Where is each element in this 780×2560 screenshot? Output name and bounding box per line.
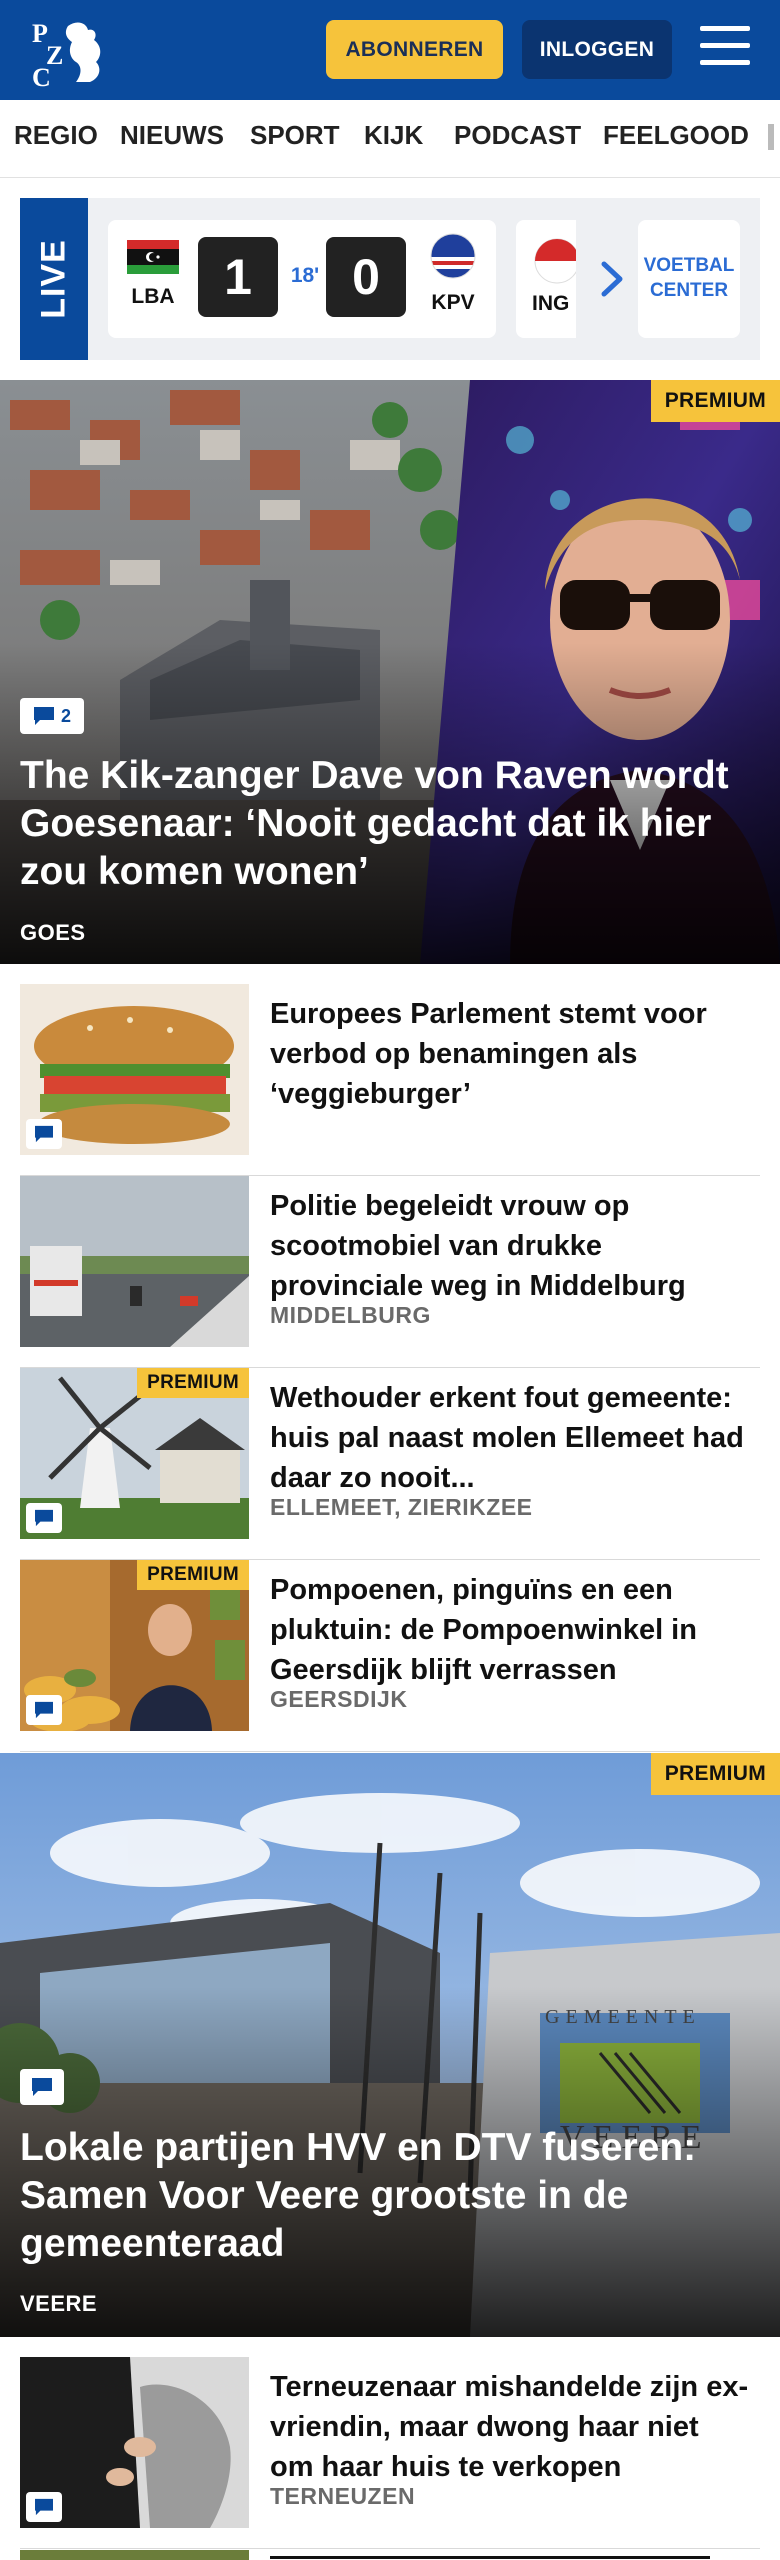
- svg-text:C: C: [32, 63, 51, 88]
- article-title[interactable]: Wethouder erkent fout gemeente: huis pal…: [270, 1378, 750, 1498]
- windmill-image: PREMIUM: [20, 1368, 249, 1539]
- nav-item-kijk[interactable]: KIJK: [364, 120, 423, 151]
- next-match-card[interactable]: ING: [516, 220, 576, 338]
- list-item[interactable]: PREMIUM Pompoenen, pinguïns en een plukt…: [20, 1560, 760, 1752]
- nav-item-nieuws[interactable]: NIEUWS: [120, 120, 224, 151]
- article-title[interactable]: Europees Parlement stemt voor verbod op …: [270, 994, 750, 1114]
- section-nav: REGIO NIEUWS SPORT KIJK PODCAST FEELGOOD: [0, 100, 780, 178]
- list-item[interactable]: Europees Parlement stemt voor verbod op …: [20, 984, 760, 1176]
- article-location: MIDDELBURG: [270, 1302, 431, 1328]
- home-team: LBA: [122, 240, 184, 309]
- burger-image: [20, 984, 249, 1155]
- nav-item-podcast[interactable]: PODCAST: [454, 120, 581, 151]
- article-title[interactable]: Politie begeleidt vrouw op scootmobiel v…: [270, 1186, 750, 1306]
- nav-overflow-indicator: [768, 124, 774, 150]
- comment-icon[interactable]: [26, 1119, 62, 1149]
- article-title[interactable]: Terneuzenaar mishandelde zijn ex-vriendi…: [270, 2367, 750, 2487]
- article-title[interactable]: Pompoenen, pinguïns en een pluktuin: de …: [270, 1570, 750, 1690]
- hero-article[interactable]: PREMIUM 2 The Kik-zanger Dave von Raven …: [0, 380, 780, 964]
- comment-icon[interactable]: [20, 2069, 64, 2105]
- article-location: ELLEMEET, ZIERIKZEE: [270, 1494, 533, 1520]
- hero-location: GOES: [20, 920, 86, 945]
- comment-icon[interactable]: [26, 2492, 62, 2522]
- comment-icon[interactable]: [26, 1695, 62, 1725]
- voetbal-center-button[interactable]: VOETBAL CENTER: [638, 220, 740, 338]
- live-scores-bar: LIVE LBA 1 18' 0 KPV ING VOETBAL CENTER: [20, 198, 760, 360]
- comment-count-badge[interactable]: 2: [20, 698, 84, 734]
- nav-item-sport[interactable]: SPORT: [250, 120, 340, 151]
- pumpkin-shop-image: PREMIUM: [20, 1560, 249, 1731]
- pzc-logo[interactable]: P Z C: [28, 12, 112, 88]
- premium-badge: PREMIUM: [137, 1560, 249, 1590]
- chevron-right-icon[interactable]: [592, 254, 632, 304]
- article-location: GEERSDIJK: [270, 1686, 408, 1712]
- home-score: 1: [198, 237, 278, 317]
- match-minute: 18': [290, 264, 320, 287]
- hero-title[interactable]: The Kik-zanger Dave von Raven wordt Goes…: [20, 752, 760, 896]
- next-article-title-partial[interactable]: [270, 2550, 730, 2560]
- next-article-thumbnail: [20, 2550, 249, 2560]
- flag-icon: [534, 238, 576, 284]
- site-header: P Z C ABONNEREN INLOGGEN: [0, 0, 780, 100]
- comment-icon: [33, 707, 54, 725]
- road-image: [20, 1176, 249, 1347]
- subscribe-button[interactable]: ABONNEREN: [326, 20, 503, 79]
- nav-item-feelgood[interactable]: FEELGOOD: [603, 120, 749, 151]
- away-team: KPV: [422, 233, 484, 315]
- home-team-name: LBA: [131, 285, 175, 308]
- premium-badge: PREMIUM: [650, 1753, 780, 1795]
- nav-item-regio[interactable]: REGIO: [14, 120, 98, 151]
- list-item[interactable]: PREMIUM Wethouder erkent fout gemeente: …: [20, 1368, 760, 1560]
- menu-icon[interactable]: [700, 26, 752, 72]
- away-score: 0: [326, 237, 406, 317]
- libya-flag-icon: [127, 240, 179, 274]
- cape-verde-flag-icon: [430, 233, 476, 279]
- article-location: TERNEUZEN: [270, 2483, 416, 2509]
- comment-icon[interactable]: [26, 1503, 62, 1533]
- next-team-name: ING: [532, 292, 570, 315]
- hero-title[interactable]: Lokale partijen HVV en DTV fuseren: Same…: [20, 2124, 760, 2268]
- list-item[interactable]: Terneuzenaar mishandelde zijn ex-vriendi…: [20, 2357, 760, 2549]
- hero-location: VEERE: [20, 2291, 98, 2316]
- premium-badge: PREMIUM: [650, 380, 780, 422]
- comment-count: 2: [60, 705, 71, 726]
- live-label: LIVE: [20, 198, 88, 360]
- login-button[interactable]: INLOGGEN: [522, 20, 672, 79]
- premium-badge: PREMIUM: [137, 1368, 249, 1398]
- list-item[interactable]: Politie begeleidt vrouw op scootmobiel v…: [20, 1176, 760, 1368]
- match-card[interactable]: LBA 1 18' 0 KPV: [108, 220, 496, 338]
- hero-article[interactable]: GEMEENTE VEERE PREMIUM Lokale partijen H…: [0, 1753, 780, 2337]
- away-team-name: KPV: [431, 291, 475, 314]
- domestic-violence-image: [20, 2357, 249, 2528]
